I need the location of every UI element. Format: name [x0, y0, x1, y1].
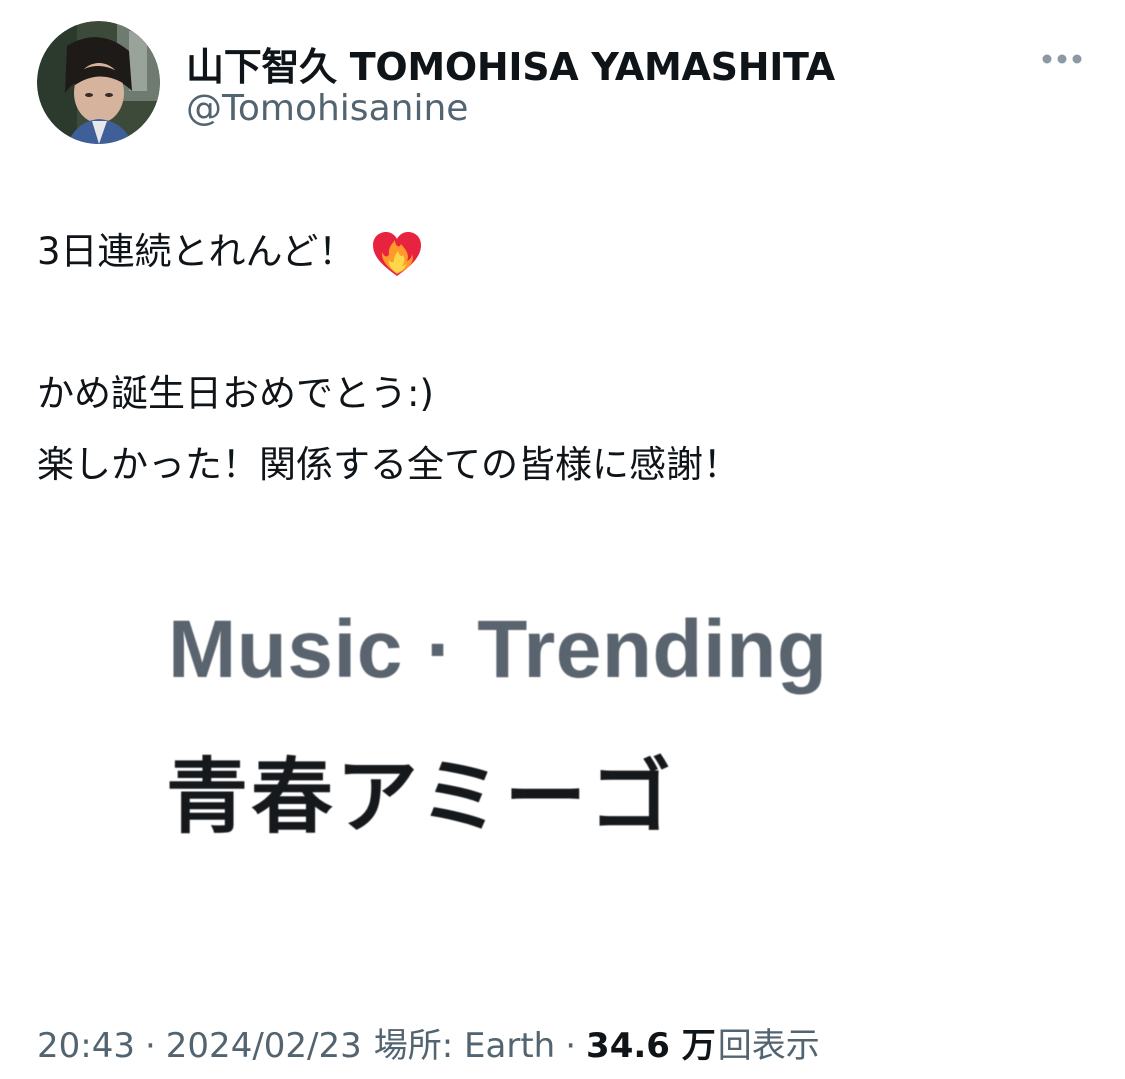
tweet-time[interactable]: 20:43	[37, 1026, 135, 1066]
views-count: 34.6 万	[586, 1026, 716, 1066]
tweet-line-4-text: 楽しかった！関係する全ての皆様に感謝！	[37, 443, 740, 486]
tweet-line-3-text: かめ誕生日おめでとう:)	[37, 372, 434, 415]
author-display-name[interactable]: 山下智久 TOMOHISA YAMASHITA	[186, 36, 835, 91]
tweet-line-1-text: 3日連続とれんど！	[37, 230, 356, 273]
trend-category: Music · Trending	[168, 604, 828, 695]
author-handle[interactable]: @Tomohisanine	[186, 88, 468, 129]
tweet-card: 山下智久 TOMOHISA YAMASHITA @Tomohisanine 3日…	[0, 0, 1125, 1079]
tweet-line-2	[37, 287, 1097, 358]
attached-image[interactable]: Music · Trending 青春アミーゴ	[150, 585, 910, 855]
tweet-line-4: 楽しかった！関係する全ての皆様に感謝！	[37, 429, 1097, 500]
avatar[interactable]	[37, 21, 160, 144]
views-label: 回表示	[717, 1026, 820, 1066]
more-options-button[interactable]	[1036, 44, 1090, 74]
tweet-date[interactable]: 2024/02/23	[166, 1026, 362, 1066]
more-horizontal-icon	[1042, 54, 1082, 64]
tweet-text: 3日連続とれんど！ かめ誕生日おめでとう:) 楽しかった！関係する全ての皆様に感…	[37, 216, 1097, 500]
tweet-meta: 20:43 · 2024/02/23 場所: Earth · 34.6 万 回表…	[37, 1018, 820, 1067]
trend-title: 青春アミーゴ	[166, 750, 675, 845]
profile-photo	[37, 21, 160, 144]
meta-separator: ·	[565, 1026, 577, 1066]
tweet-location: 場所: Earth	[373, 1026, 556, 1066]
tweet-line-1: 3日連続とれんど！	[37, 216, 1097, 287]
tweet-line-3: かめ誕生日おめでとう:)	[37, 358, 1097, 429]
heart-on-fire-icon	[369, 224, 425, 280]
meta-separator: ·	[144, 1026, 156, 1066]
